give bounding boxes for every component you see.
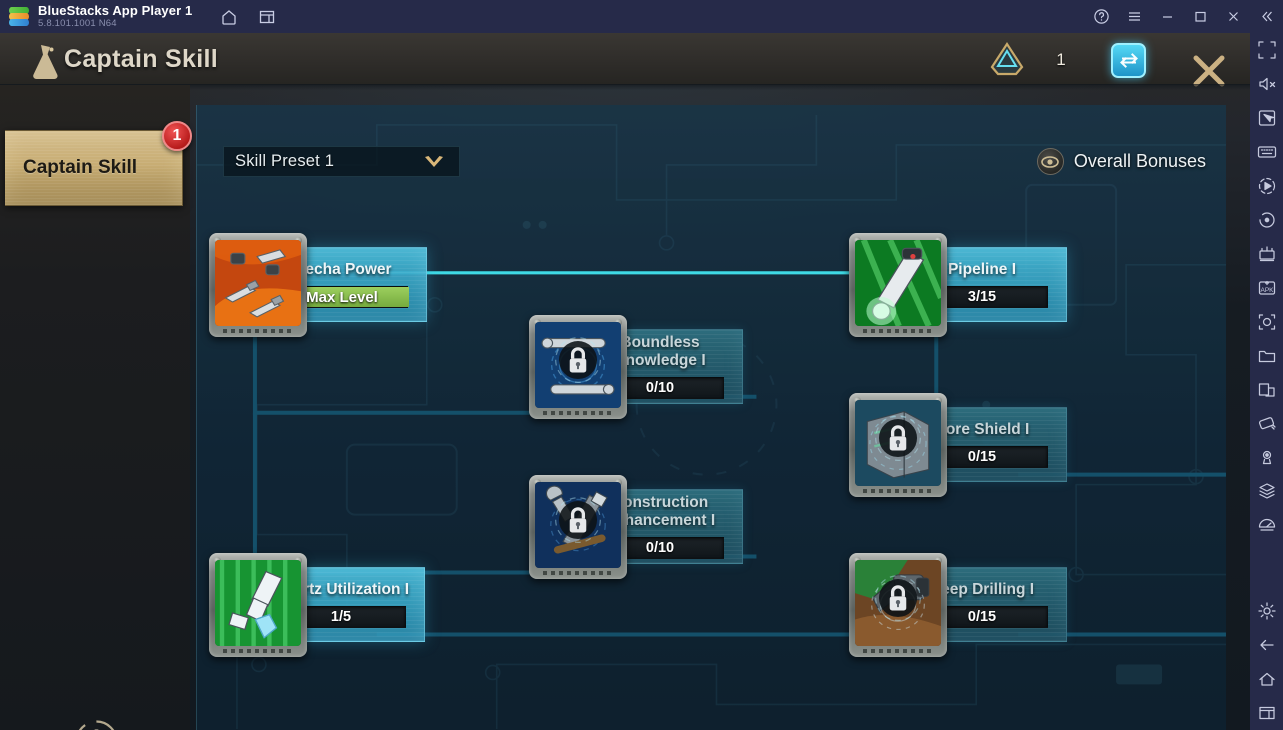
- fullscreen-icon[interactable]: [1250, 33, 1283, 67]
- app-title: BlueStacks App Player 1: [38, 3, 193, 18]
- multi-instance-icon[interactable]: [1250, 237, 1283, 271]
- skill-icon-frame[interactable]: [529, 315, 627, 419]
- drill-icon: [855, 560, 941, 646]
- skill-category-sidebar: Captain Skill 1: [0, 85, 192, 730]
- maximize-icon[interactable]: [1184, 0, 1217, 33]
- skill-progress-text: 1/5: [330, 609, 352, 625]
- skill-progress-text: 3/15: [967, 289, 997, 305]
- hand-crystal-icon: [215, 560, 301, 646]
- close-icon[interactable]: [1217, 0, 1250, 33]
- robotic-arm-icon: [855, 240, 941, 326]
- recent-apps-icon[interactable]: [1250, 696, 1283, 730]
- copy-instance-icon[interactable]: [1250, 373, 1283, 407]
- skill-icon-frame[interactable]: [849, 233, 947, 337]
- page-title: Captain Skill: [64, 45, 218, 73]
- keyboard-controls-icon[interactable]: [1250, 135, 1283, 169]
- skill-tree-panel: Skill Preset 1 Overall Bonuses Mecha Pow…: [196, 105, 1226, 730]
- skill-icon-frame[interactable]: [209, 553, 307, 657]
- trim-memory-icon[interactable]: [1250, 406, 1283, 440]
- missiles-icon: [215, 240, 301, 326]
- skill-icon-frame[interactable]: [849, 553, 947, 657]
- back-arrow-icon[interactable]: [1250, 628, 1283, 662]
- sidebar-item-label: Captain Skill: [23, 157, 138, 178]
- eco-mode-icon[interactable]: [1250, 474, 1283, 508]
- game-controls-icon[interactable]: [1250, 101, 1283, 135]
- bluestacks-toolbar: APK: [1250, 33, 1283, 730]
- app-version: 5.8.101.1001 N64: [38, 18, 117, 29]
- skill-progress-text: Max Level: [306, 288, 378, 306]
- rotate-icon[interactable]: [1250, 203, 1283, 237]
- crystal-icon: [990, 41, 1024, 76]
- bluestacks-logo: [9, 6, 29, 27]
- shield-core-icon: [855, 400, 941, 486]
- tools-icon: [535, 482, 621, 568]
- screenshot-icon[interactable]: [1250, 305, 1283, 339]
- help-icon[interactable]: [1085, 0, 1118, 33]
- flask-icon: [33, 45, 58, 79]
- skill-icon-frame[interactable]: [849, 393, 947, 497]
- home-icon[interactable]: [214, 0, 244, 33]
- location-icon[interactable]: [1250, 440, 1283, 474]
- instance-manager-icon[interactable]: [252, 0, 282, 33]
- window-controls: [1085, 0, 1283, 33]
- scroll-icon: [535, 322, 621, 408]
- mute-icon[interactable]: [1250, 67, 1283, 101]
- bluestacks-titlebar: BlueStacks App Player 1 5.8.101.1001 N64: [0, 0, 1283, 33]
- performance-icon[interactable]: [1250, 508, 1283, 542]
- collapse-sidebar-icon[interactable]: [1250, 0, 1283, 33]
- hamburger-menu-icon[interactable]: [1118, 0, 1151, 33]
- skill-icon-frame[interactable]: [209, 233, 307, 337]
- close-x-icon[interactable]: [1186, 48, 1232, 94]
- info-icon[interactable]: [73, 718, 120, 730]
- android-home-icon[interactable]: [1250, 662, 1283, 696]
- currency-value: 1: [1056, 50, 1066, 69]
- game-viewport: Captain Skill 1 Captain Skill 1 Skill Pr…: [0, 33, 1250, 730]
- skill-icon-frame[interactable]: [529, 475, 627, 579]
- svg-text:APK: APK: [1260, 287, 1274, 294]
- install-apk-icon[interactable]: APK: [1250, 271, 1283, 305]
- skill-progress-text: 0/15: [967, 609, 997, 625]
- macro-recorder-icon[interactable]: [1250, 169, 1283, 203]
- sidebar-item-captain-skill[interactable]: Captain Skill: [5, 130, 183, 206]
- skill-progress-text: 0/10: [645, 540, 675, 556]
- titlebar-text: BlueStacks App Player 1 5.8.101.1001 N64: [38, 3, 192, 30]
- status-badge: 1: [162, 121, 192, 151]
- settings-gear-icon[interactable]: [1250, 594, 1283, 628]
- skill-progress-text: 0/15: [967, 449, 997, 465]
- minimize-icon[interactable]: [1151, 0, 1184, 33]
- skill-progress-text: 0/10: [645, 380, 675, 396]
- game-header-bar: Captain Skill 1: [0, 33, 1250, 90]
- currency-display: 1: [986, 41, 1080, 79]
- swap-arrows-icon[interactable]: [1111, 43, 1146, 78]
- media-folder-icon[interactable]: [1250, 339, 1283, 373]
